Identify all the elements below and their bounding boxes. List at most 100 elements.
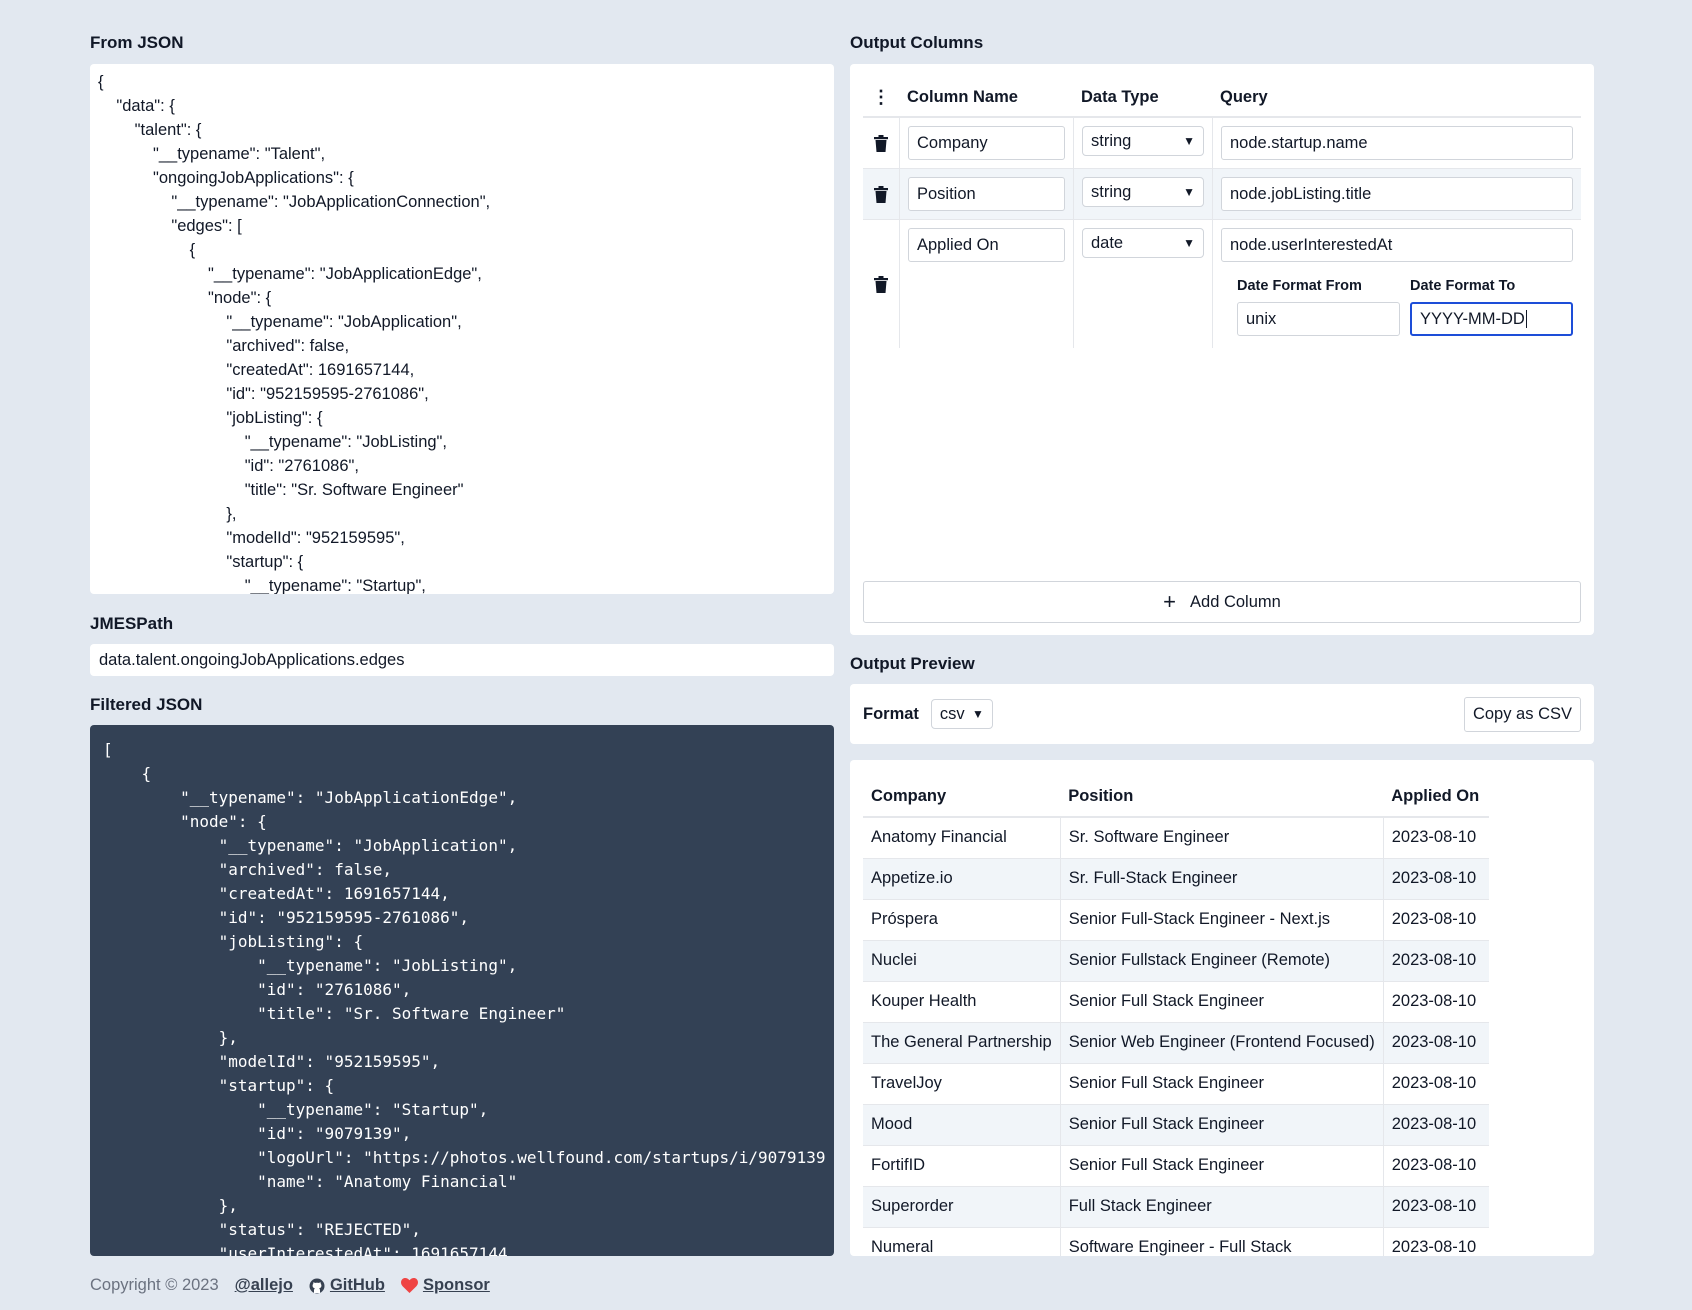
trash-icon (874, 185, 888, 203)
preview-cell-company: The General Partnership (863, 1022, 1061, 1064)
preview-cell-applied-on: 2023-08-10 (1382, 817, 1490, 859)
column-row: Applied On date ▼ node.userInterestedAt D… (863, 220, 1581, 348)
copyright-text: Copyright © 2023 (90, 1276, 219, 1294)
column-name-input[interactable]: Position (908, 177, 1065, 211)
from-json-title: From JSON (90, 33, 184, 52)
preview-header-position: Position (1060, 777, 1384, 818)
date-format-to-label: Date Format To (1410, 278, 1516, 294)
query-header: Query (1220, 87, 1268, 106)
jmespath-title: JMESPath (90, 614, 174, 633)
columns-table: ⋮ Column Name Data Type Query Company st… (863, 78, 1581, 348)
jmespath-input[interactable] (90, 644, 834, 676)
output-preview-title: Output Preview (850, 654, 975, 673)
preview-table: Company Position Applied On Anatomy Fina… (863, 777, 1490, 1256)
preview-cell-applied-on: 2023-08-10 (1382, 1186, 1490, 1228)
from-json-editor[interactable]: { "data": { "talent": { "__typename": "T… (90, 64, 834, 594)
query-input[interactable]: node.startup.name (1221, 126, 1573, 160)
preview-row: Próspera Senior Full-Stack Engineer - Nex… (863, 899, 1490, 941)
data-type-select[interactable]: string ▼ (1082, 126, 1204, 156)
column-name-header: Column Name (907, 87, 1018, 106)
preview-body: Anatomy Financial Sr. Software Engineer 20… (863, 817, 1490, 1256)
column-name-input[interactable]: Company (908, 126, 1065, 160)
data-type-value: string (1091, 182, 1132, 201)
chevron-down-icon: ▼ (1183, 134, 1195, 148)
preview-header-applied-on: Applied On (1383, 777, 1490, 818)
preview-row: Anatomy Financial Sr. Software Engineer 20… (863, 817, 1490, 859)
query-input[interactable]: node.userInterestedAt (1221, 228, 1573, 262)
preview-row: Appetize.io Sr. Full-Stack Engineer 2023-0… (863, 858, 1490, 900)
column-name-input[interactable]: Applied On (908, 228, 1065, 262)
preview-cell-position: Senior Full Stack Engineer (1059, 1104, 1384, 1146)
sponsor-link[interactable]: Sponsor (400, 1276, 490, 1295)
date-format-from-input[interactable]: unix (1237, 302, 1400, 336)
preview-cell-company: TravelJoy (863, 1063, 1061, 1105)
filtered-json-content: [ { "__typename": "JobApplicationEdge", … (103, 740, 826, 1256)
format-select[interactable]: csv ▼ (930, 699, 993, 729)
preview-cell-position: Full Stack Engineer (1059, 1186, 1384, 1228)
preview-row: Kouper Health Senior Full Stack Engineer 2… (863, 981, 1490, 1023)
preview-row: Nuclei Senior Fullstack Engineer (Remote)… (863, 940, 1490, 982)
github-icon (309, 1278, 325, 1293)
data-type-value: string (1091, 131, 1132, 150)
preview-header-row: Company Position Applied On (863, 777, 1490, 818)
filtered-json-title: Filtered JSON (90, 695, 203, 714)
preview-cell-applied-on: 2023-08-10 (1382, 1227, 1490, 1256)
preview-cell-applied-on: 2023-08-10 (1382, 1145, 1490, 1187)
data-type-header: Data Type (1081, 87, 1159, 106)
chevron-down-icon: ▼ (1183, 236, 1195, 250)
data-type-select[interactable]: date ▼ (1082, 228, 1204, 258)
preview-cell-company: Appetize.io (863, 858, 1061, 900)
delete-column-button[interactable] (863, 169, 899, 219)
copy-as-csv-button[interactable]: Copy as CSV (1463, 696, 1581, 732)
add-column-button[interactable]: + Add Column (863, 581, 1581, 623)
from-json-content[interactable]: { "data": { "talent": { "__typename": "T… (98, 70, 826, 594)
column-row: Position string ▼ node.jobListing.title (863, 169, 1581, 220)
preview-cell-applied-on: 2023-08-10 (1382, 981, 1490, 1023)
preview-cell-position: Sr. Software Engineer (1059, 817, 1384, 859)
filtered-json-viewer[interactable]: [ { "__typename": "JobApplicationEdge", … (90, 725, 834, 1256)
chevron-down-icon: ▼ (972, 707, 984, 721)
preview-cell-position: Senior Full Stack Engineer (1059, 1063, 1384, 1105)
preview-row: TravelJoy Senior Full Stack Engineer 2023-… (863, 1063, 1490, 1105)
preview-row: Numeral Software Engineer - Full Stack 202… (863, 1227, 1490, 1256)
delete-column-button[interactable] (863, 118, 899, 168)
preview-cell-position: Senior Fullstack Engineer (Remote) (1059, 940, 1384, 982)
preview-cell-position: Senior Full Stack Engineer (1059, 1145, 1384, 1187)
handle-link[interactable]: @allejo (235, 1276, 293, 1295)
date-format-to-input[interactable]: YYYY-MM-DD (1410, 302, 1573, 336)
preview-row: FortifID Senior Full Stack Engineer 2023-0… (863, 1145, 1490, 1187)
preview-cell-company: FortifID (863, 1145, 1061, 1187)
trash-icon (874, 134, 888, 152)
format-value: csv (939, 704, 965, 723)
preview-cell-applied-on: 2023-08-10 (1382, 858, 1490, 900)
date-format-from-label: Date Format From (1237, 278, 1362, 294)
preview-cell-company: Próspera (863, 899, 1061, 941)
github-link[interactable]: GitHub (309, 1276, 385, 1295)
query-input[interactable]: node.jobListing.title (1221, 177, 1573, 211)
preview-cell-position: Software Engineer - Full Stack (1059, 1227, 1384, 1256)
format-label: Format (863, 704, 919, 723)
preview-cell-company: Kouper Health (863, 981, 1061, 1023)
github-label: GitHub (329, 1276, 385, 1294)
preview-cell-applied-on: 2023-08-10 (1382, 1063, 1490, 1105)
plus-icon: + (1163, 589, 1177, 614)
preview-cell-company: Anatomy Financial (863, 817, 1061, 859)
date-format-group: Date Format From unix Date Format To YYY… (1221, 278, 1573, 336)
output-columns-title: Output Columns (850, 33, 984, 52)
preview-cell-applied-on: 2023-08-10 (1382, 899, 1490, 941)
kebab-menu-icon[interactable]: ⋮ (863, 87, 899, 108)
delete-column-button[interactable] (863, 220, 899, 348)
preview-header-company: Company (863, 777, 1061, 818)
add-column-label: Add Column (1190, 592, 1281, 611)
columns-header: ⋮ Column Name Data Type Query (863, 78, 1581, 118)
format-bar: Format csv ▼ Copy as CSV (850, 684, 1594, 744)
preview-cell-applied-on: 2023-08-10 (1382, 1104, 1490, 1146)
preview-row: The General Partnership Senior Web Engine… (863, 1022, 1490, 1064)
chevron-down-icon: ▼ (1183, 185, 1195, 199)
trash-icon (874, 275, 888, 293)
data-type-select[interactable]: string ▼ (1082, 177, 1204, 207)
preview-row: Superorder Full Stack Engineer 2023-08-10 (863, 1186, 1490, 1228)
preview-cell-company: Numeral (863, 1227, 1061, 1256)
preview-cell-position: Sr. Full-Stack Engineer (1059, 858, 1384, 900)
preview-cell-applied-on: 2023-08-10 (1382, 940, 1490, 982)
